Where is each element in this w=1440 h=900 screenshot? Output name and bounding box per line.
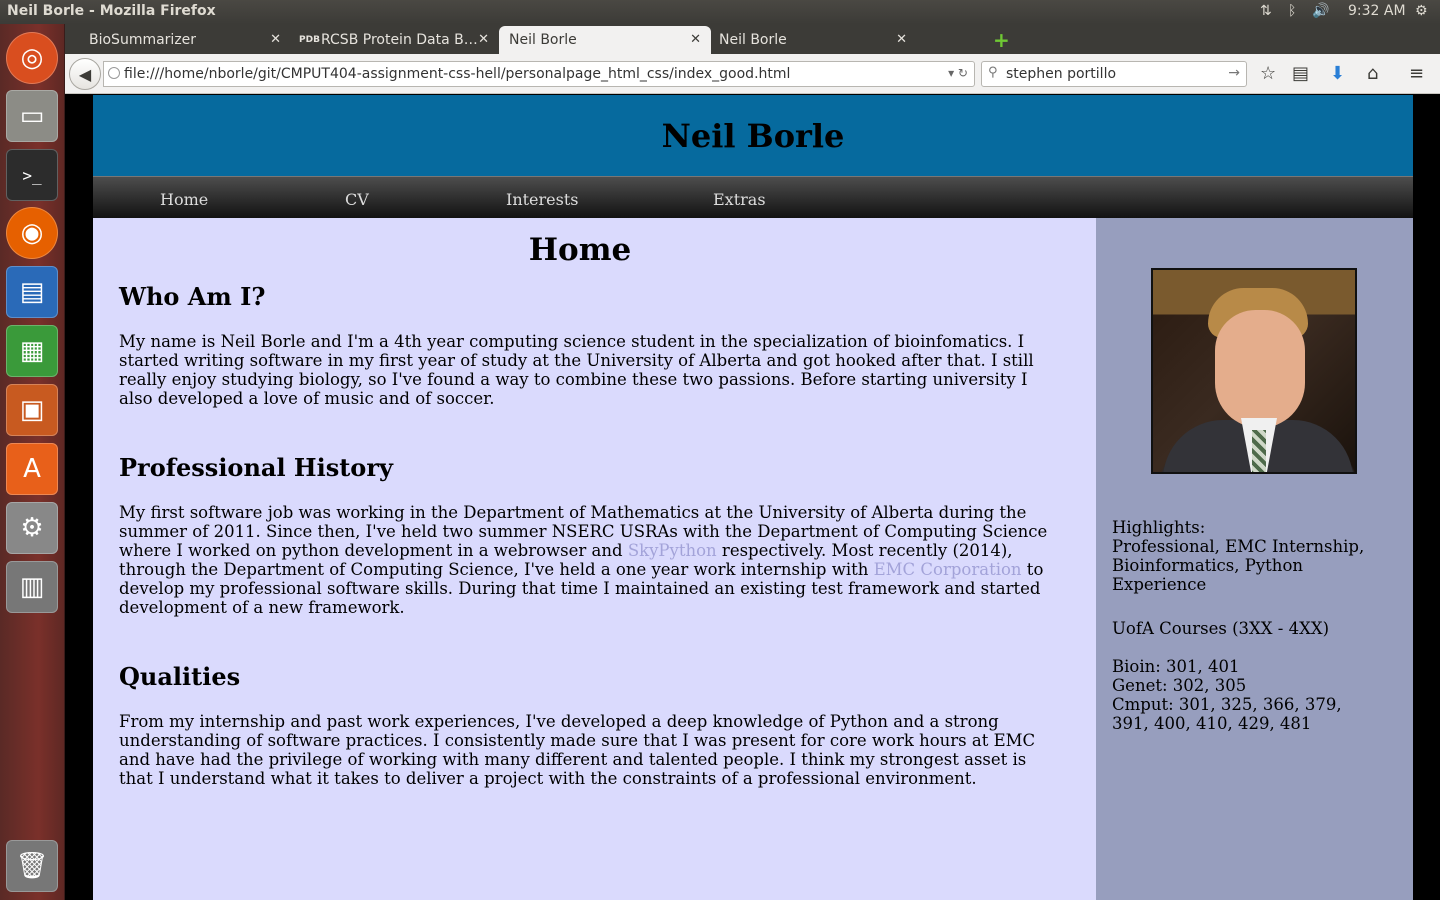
nav-bar: ◀ file:///home/nborle/git/CMPUT404-assig… xyxy=(65,54,1440,94)
menu-icon[interactable]: ≡ xyxy=(1409,63,1424,84)
bookmark-star-icon[interactable]: ☆ xyxy=(1260,63,1276,84)
go-arrow-icon[interactable]: → xyxy=(1228,65,1240,81)
settings-gear-icon[interactable]: ⚙ xyxy=(1415,3,1428,19)
tab-neil-borle[interactable]: Neil Borle ✕ xyxy=(711,26,917,54)
site-nav: Home CV Interests Extras xyxy=(93,176,1413,218)
cmput-courses: Cmput: 301, 325, 366, 379, 391, 400, 410… xyxy=(1112,695,1342,733)
qualities-text: From my internship and past work experie… xyxy=(119,712,1036,788)
download-icon[interactable]: ⬇ xyxy=(1330,63,1345,84)
pdb-favicon-icon: PDB xyxy=(299,35,320,45)
site-header: Neil Borle xyxy=(93,95,1413,176)
history-text: My first software job was working in the… xyxy=(119,503,1049,617)
search-icon: ⚲ xyxy=(988,65,998,80)
url-text: file:///home/nborle/git/CMPUT404-assignm… xyxy=(124,66,791,82)
close-tab-icon[interactable]: ✕ xyxy=(478,32,489,47)
tab-label: Neil Borle xyxy=(509,32,577,48)
tab-biosummarizer[interactable]: BioSummarizer ✕ xyxy=(65,26,291,54)
firefox-icon[interactable]: ◉ xyxy=(6,207,58,259)
reading-list-icon[interactable]: ▤ xyxy=(1292,63,1309,84)
software-center-icon[interactable]: A xyxy=(6,443,58,495)
top-panel: Neil Borle - Mozilla Firefox ⇅ ᛒ 🔊 9:32 … xyxy=(0,0,1440,24)
home-icon[interactable]: ⌂ xyxy=(1367,63,1378,84)
skypython-link[interactable]: SkyPython xyxy=(628,541,717,560)
ubuntu-dash-icon[interactable]: ◎ xyxy=(6,32,58,84)
impress-icon[interactable]: ▣ xyxy=(6,384,58,436)
volume-icon[interactable]: 🔊 xyxy=(1312,3,1329,19)
globe-icon xyxy=(108,67,120,79)
search-bar[interactable]: ⚲ stephen portillo → xyxy=(981,61,1247,87)
network-icon[interactable]: ⇅ xyxy=(1260,3,1272,19)
emc-corporation-link[interactable]: EMC Corporation xyxy=(874,560,1022,579)
close-tab-icon[interactable]: ✕ xyxy=(690,32,701,47)
new-tab-plus-icon[interactable]: + xyxy=(993,28,1010,52)
highlights-text: Professional, EMC Internship, Bioinforma… xyxy=(1112,537,1365,594)
back-arrow-icon[interactable]: ◀ xyxy=(69,58,101,90)
sidebar: Highlights: Professional, EMC Internship… xyxy=(1096,218,1413,900)
close-tab-icon[interactable]: ✕ xyxy=(896,32,907,47)
nav-home-link[interactable]: Home xyxy=(160,190,208,209)
writer-icon[interactable]: ▤ xyxy=(6,266,58,318)
reload-icon[interactable]: ▾ ↻ xyxy=(948,66,968,80)
bluetooth-icon[interactable]: ᛒ xyxy=(1288,3,1296,19)
tab-label: Neil Borle xyxy=(719,32,787,48)
files-icon[interactable]: ▭ xyxy=(6,90,58,142)
clock[interactable]: 9:32 AM xyxy=(1348,3,1406,19)
who-heading: Who Am I? xyxy=(119,282,266,311)
calc-icon[interactable]: ▦ xyxy=(6,325,58,377)
tab-bar: BioSummarizer ✕ PDB RCSB Protein Data B…… xyxy=(65,24,1440,54)
genet-courses: Genet: 302, 305 xyxy=(1112,676,1247,695)
nav-cv-link[interactable]: CV xyxy=(345,190,369,209)
page-heading: Home xyxy=(528,232,632,268)
search-value: stephen portillo xyxy=(1006,66,1117,82)
bioin-courses: Bioin: 301, 401 xyxy=(1112,657,1240,676)
tab-rcsb[interactable]: PDB RCSB Protein Data B… ✕ xyxy=(291,26,499,54)
launcher: ◎ ▭ >_ ◉ ▤ ▦ ▣ A ⚙ ▥ 🗑 xyxy=(0,24,65,900)
url-bar[interactable]: file:///home/nborle/git/CMPUT404-assignm… xyxy=(103,61,975,87)
trash-icon[interactable]: 🗑 xyxy=(6,840,58,892)
save-disk-icon[interactable]: ▥ xyxy=(6,561,58,613)
qualities-heading: Qualities xyxy=(119,662,241,691)
system-settings-icon[interactable]: ⚙ xyxy=(6,502,58,554)
highlights-label: Highlights: xyxy=(1112,518,1206,537)
tab-neil-borle-active[interactable]: Neil Borle ✕ xyxy=(499,26,711,54)
courses-label: UofA Courses (3XX - 4XX) xyxy=(1112,619,1330,638)
tab-label: RCSB Protein Data B… xyxy=(321,32,478,48)
page-viewport: Neil Borle Home CV Interests Extras Home… xyxy=(65,95,1440,900)
main-content: Home Who Am I? My name is Neil Borle and… xyxy=(93,218,1096,900)
terminal-icon[interactable]: >_ xyxy=(6,149,58,201)
tab-label: BioSummarizer xyxy=(89,32,197,48)
close-tab-icon[interactable]: ✕ xyxy=(270,32,281,47)
nav-extras-link[interactable]: Extras xyxy=(713,190,766,209)
window-title: Neil Borle - Mozilla Firefox xyxy=(7,3,216,19)
profile-photo xyxy=(1151,268,1357,474)
nav-interests-link[interactable]: Interests xyxy=(506,190,579,209)
who-text: My name is Neil Borle and I'm a 4th year… xyxy=(119,332,1034,408)
history-heading: Professional History xyxy=(119,453,393,482)
